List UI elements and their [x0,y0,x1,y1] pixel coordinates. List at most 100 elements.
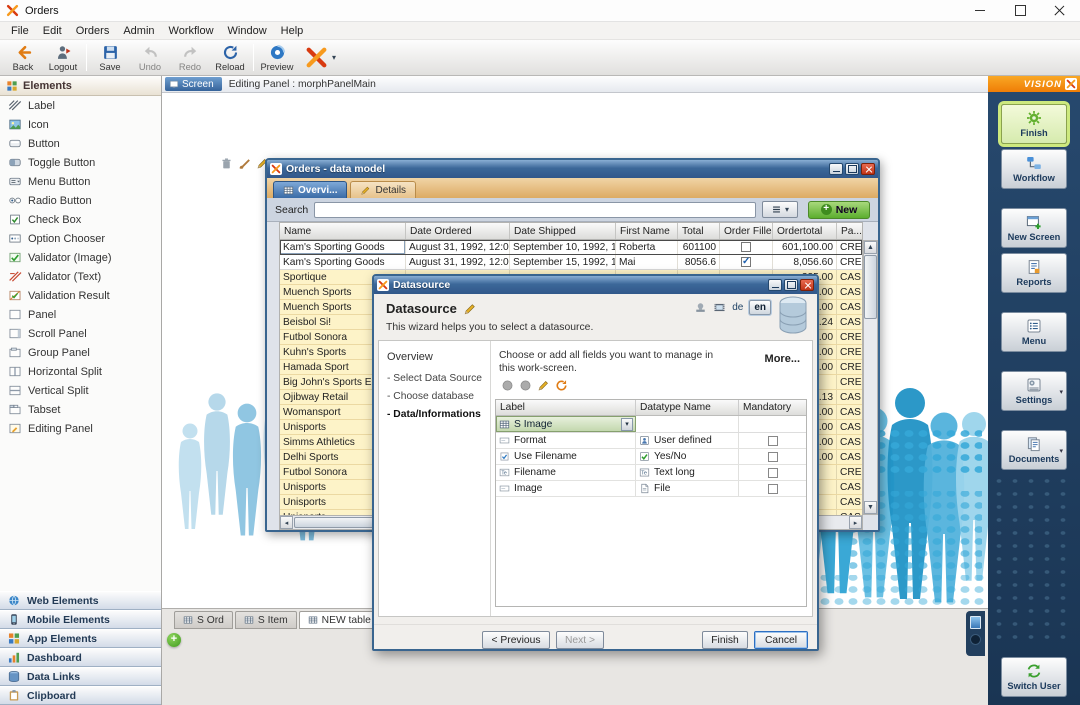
palette-element[interactable]: Validation Result [0,286,161,305]
wizard-step[interactable]: - Data/Informations [387,409,484,420]
scroll-down-button[interactable]: ▼ [864,501,877,514]
column-header[interactable]: Ordertotal [773,223,837,239]
breadcrumb-screen-chip[interactable]: Screen [165,77,222,91]
toolbar-button[interactable]: Preview [257,40,297,75]
column-header[interactable]: Label [496,400,636,415]
menu-item[interactable]: Help [274,22,311,39]
toolbar-button[interactable]: Reload [210,40,250,75]
column-header[interactable]: First Name [616,223,678,239]
editor-tab[interactable]: S Item [235,611,297,629]
menu-item[interactable]: Orders [69,22,117,39]
edit-field-button[interactable] [537,379,550,392]
close-button[interactable] [1040,0,1080,21]
palette-element[interactable]: Button [0,134,161,153]
vision-action-button[interactable]: New Screen ▾ [1001,208,1067,248]
palette-element[interactable]: Tabset [0,400,161,419]
order-row[interactable]: Kam's Sporting Goods August 31, 1992, 12… [280,255,862,270]
scroll-up-button[interactable]: ▲ [864,241,877,254]
palette-element[interactable]: Icon [0,115,161,134]
window-tab[interactable]: Overvi... [273,181,347,198]
column-header[interactable]: Pa... [837,223,862,239]
visionx-logo-menu[interactable]: ▾ [297,40,344,75]
maximize-button[interactable] [784,279,798,291]
wizard-titlebar[interactable]: Datasource [374,276,817,294]
editor-tab[interactable]: NEW table [299,611,380,629]
mandatory-checkbox[interactable] [768,468,778,478]
new-record-button[interactable]: + New [808,201,870,219]
wizard-step[interactable]: - Select Data Source [387,373,484,384]
add-field-button[interactable] [501,379,514,392]
palette-element[interactable]: Check Box [0,210,161,229]
palette-section-header[interactable]: Clipboard [0,686,161,705]
field-row[interactable]: Use Filename Yes/No [496,449,806,465]
language-en-toggle[interactable]: en [749,300,771,315]
palette-element[interactable]: Label [0,96,161,115]
maximize-button[interactable] [845,163,859,175]
palette-element[interactable]: Validator (Image) [0,248,161,267]
previous-button[interactable]: < Previous [482,631,550,649]
more-link[interactable]: More... [765,353,800,365]
column-header[interactable]: Order Filled [720,223,773,239]
wizard-step[interactable]: - Choose database [387,391,484,402]
column-header[interactable]: Total [678,223,720,239]
palette-element[interactable]: Editing Panel [0,419,161,438]
maximize-button[interactable] [1000,0,1040,21]
palette-element[interactable]: Vertical Split [0,381,161,400]
palette-element[interactable]: Toggle Button [0,153,161,172]
palette-section-header[interactable]: Dashboard [0,648,161,667]
vision-action-button[interactable]: Documents ▾ [1001,430,1067,470]
palette-element[interactable]: Option Chooser [0,229,161,248]
delete-icon[interactable] [220,157,233,170]
minimize-button[interactable] [960,0,1000,21]
close-button[interactable] [800,279,814,291]
menu-item[interactable]: Workflow [162,22,221,39]
palette-element[interactable]: Group Panel [0,343,161,362]
palette-element[interactable]: Validator (Text) [0,267,161,286]
column-header[interactable]: Date Ordered [406,223,510,239]
order-row[interactable]: Kam's Sporting Goods August 31, 1992, 12… [280,240,862,255]
field-row[interactable]: Filename Text long [496,465,806,481]
field-row[interactable]: Image File [496,481,806,497]
vision-action-button[interactable]: Workflow ▾ [1001,149,1067,189]
field-selector-dropdown[interactable]: S Image ▾ [496,416,636,432]
editor-tab[interactable]: S Ord [174,611,233,629]
vision-action-button[interactable]: Settings ▾ [1001,371,1067,411]
design-canvas[interactable]: S Ord S Item NEW table + [162,93,988,705]
vision-action-button[interactable]: Menu ▾ [1001,312,1067,352]
cancel-button[interactable]: Cancel [754,631,808,649]
next-button[interactable]: Next > [556,631,604,649]
column-header[interactable]: Name [280,223,406,239]
palette-element[interactable]: Menu Button [0,172,161,191]
table-menu-button[interactable]: ▾ [762,201,798,218]
palette-element[interactable]: Horizontal Split [0,362,161,381]
vision-action-button[interactable]: Reports ▾ [1001,253,1067,293]
window-tab[interactable]: Details [350,181,416,198]
order-filled-checkbox[interactable] [741,242,751,252]
mandatory-checkbox[interactable] [768,436,778,446]
palette-element[interactable]: Panel [0,305,161,324]
mandatory-checkbox[interactable] [768,484,778,494]
document-icon[interactable] [970,616,981,629]
finish-button[interactable]: Finish [702,631,748,649]
refresh-fields-button[interactable] [555,379,568,392]
remove-field-button[interactable] [519,379,532,392]
toolbar-button[interactable]: Redo [170,40,210,75]
orders-window-titlebar[interactable]: Orders - data model [267,160,878,178]
collapsed-dock[interactable] [966,611,985,656]
minimize-button[interactable] [829,163,843,175]
column-header[interactable]: Date Shipped [510,223,616,239]
mandatory-checkbox[interactable] [768,452,778,462]
menu-item[interactable]: Edit [36,22,69,39]
menu-item[interactable]: Admin [116,22,161,39]
media-icon[interactable] [713,301,726,314]
palette-section-header[interactable]: Web Elements [0,591,161,610]
palette-section-header[interactable]: Data Links [0,667,161,686]
toolbar-button[interactable]: Save [90,40,130,75]
add-tab-button[interactable]: + [167,633,181,647]
column-header[interactable]: Datatype Name [636,400,739,415]
minimize-button[interactable] [768,279,782,291]
style-brush-icon[interactable] [238,157,251,170]
palette-section-header[interactable]: Mobile Elements [0,610,161,629]
palette-element[interactable]: Scroll Panel [0,324,161,343]
field-row[interactable]: Format User defined [496,433,806,449]
